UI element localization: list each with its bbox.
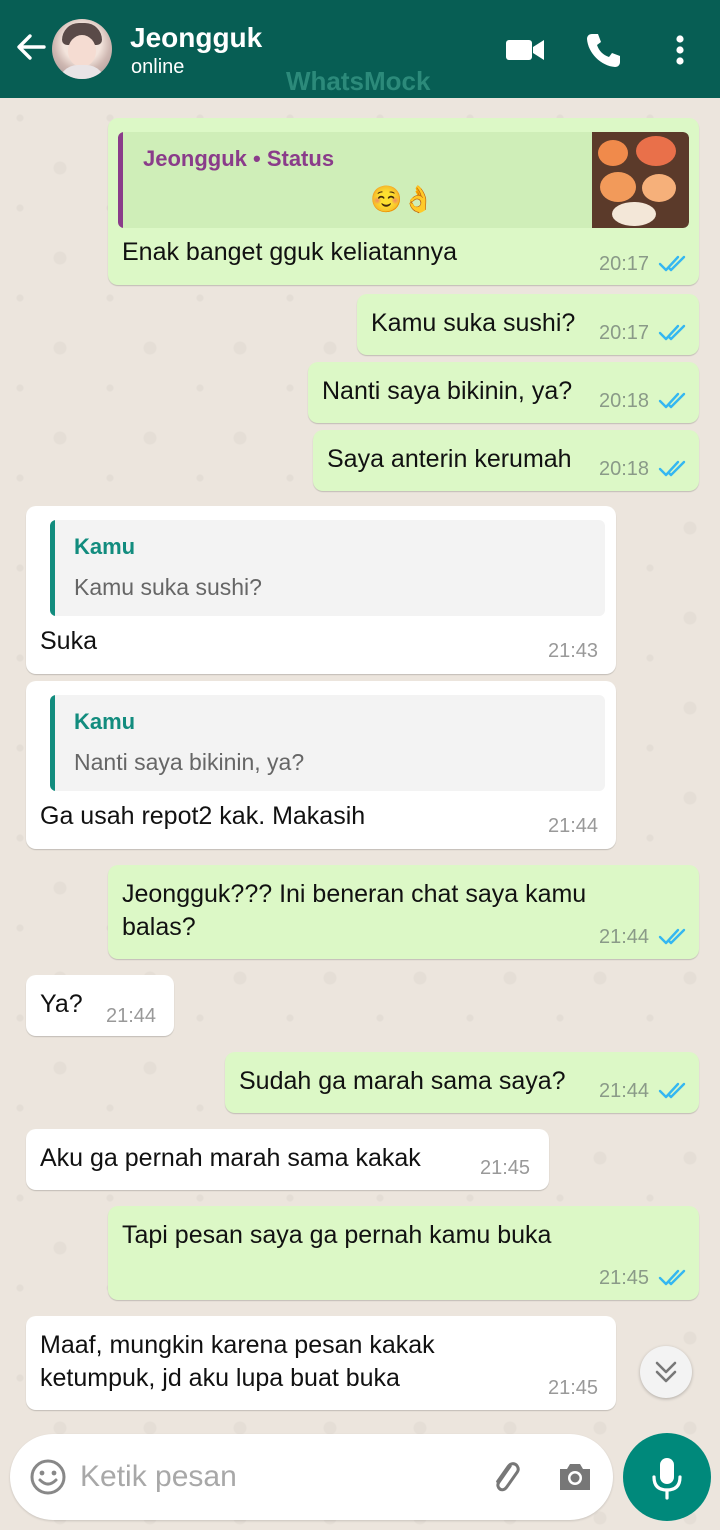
message-bubble[interactable]: Kamu Kamu suka sushi? Suka 21:43 — [26, 506, 616, 674]
message-input[interactable] — [78, 1456, 472, 1498]
video-camera-icon[interactable] — [505, 30, 545, 70]
mic-button[interactable] — [623, 1433, 711, 1521]
message-text: Tapi pesan saya ga pernah kamu buka — [122, 1221, 552, 1249]
read-ticks-icon — [658, 1269, 686, 1286]
quote-text: Kamu suka sushi? — [74, 574, 262, 600]
message-time: 20:18 — [599, 390, 650, 412]
avatar[interactable] — [52, 19, 112, 79]
chat-header: Jeongguk online WhatsMock — [0, 0, 720, 98]
message-time: 21:44 — [599, 926, 650, 948]
message-bubble[interactable]: Saya anterin kerumah 20:18 — [313, 430, 699, 491]
message-text: Kamu suka sushi? — [371, 309, 576, 337]
message-text-line-1: Jeongguk??? Ini beneran chat saya kamu — [122, 880, 587, 908]
read-ticks-icon — [658, 255, 686, 272]
quote-emoji: ☺️👌 — [370, 184, 435, 214]
message-bubble[interactable]: Jeongguk • Status ☺️👌 Enak banget gguk k… — [108, 118, 699, 285]
phone-icon[interactable] — [584, 30, 624, 70]
arrow-left-icon[interactable] — [14, 30, 48, 64]
camera-icon[interactable] — [555, 1457, 595, 1497]
message-text: Ga usah repot2 kak. Makasih — [40, 802, 366, 830]
message-text-line-2: ketumpuk, jd aku lupa buat buka — [40, 1364, 400, 1392]
message-text-line-1: Maaf, mungkin karena pesan kakak — [40, 1331, 435, 1359]
reply-quote[interactable]: Kamu Kamu suka sushi? — [50, 520, 605, 616]
quote-title: Kamu — [74, 534, 136, 559]
read-ticks-icon — [658, 460, 686, 477]
read-ticks-icon — [658, 392, 686, 409]
message-text: Saya anterin kerumah — [327, 445, 572, 473]
message-bubble[interactable]: Maaf, mungkin karena pesan kakak ketumpu… — [26, 1316, 616, 1410]
message-bubble[interactable]: Tapi pesan saya ga pernah kamu buka 21:4… — [108, 1206, 699, 1300]
contact-status: online — [131, 56, 185, 78]
message-time: 20:17 — [599, 322, 650, 344]
message-text: Sudah ga marah sama saya? — [239, 1067, 566, 1095]
message-time: 20:17 — [599, 253, 650, 275]
message-text: Enak banget gguk keliatannya — [122, 238, 457, 266]
chat-area[interactable]: Jeongguk • Status ☺️👌 Enak banget gguk k… — [0, 98, 720, 1530]
status-quote[interactable]: Jeongguk • Status ☺️👌 — [118, 132, 689, 228]
message-text: Ya? — [40, 990, 83, 1018]
quote-text: Nanti saya bikinin, ya? — [74, 749, 305, 775]
message-text: Aku ga pernah marah sama kakak — [40, 1144, 421, 1172]
message-time: 21:45 — [480, 1157, 531, 1179]
quote-title: Jeongguk • Status — [143, 146, 335, 171]
message-bubble[interactable]: Sudah ga marah sama saya? 21:44 — [225, 1052, 699, 1113]
scroll-to-bottom-button[interactable] — [640, 1346, 692, 1398]
double-chevron-down-icon — [655, 1361, 677, 1383]
message-bubble[interactable]: Kamu suka sushi? 20:17 — [357, 294, 699, 355]
message-composer — [10, 1434, 613, 1520]
read-ticks-icon — [658, 1082, 686, 1099]
message-time: 21:45 — [599, 1267, 650, 1289]
status-thumbnail — [592, 132, 689, 228]
read-ticks-icon — [658, 928, 686, 945]
message-time: 21:43 — [548, 640, 599, 662]
emoji-icon[interactable] — [28, 1457, 68, 1497]
quote-title: Kamu — [74, 709, 136, 734]
message-text: Nanti saya bikinin, ya? — [322, 377, 573, 405]
more-vertical-icon[interactable] — [660, 30, 700, 70]
message-time: 20:18 — [599, 458, 650, 480]
paperclip-icon[interactable] — [486, 1457, 526, 1497]
message-text-line-2: balas? — [122, 913, 196, 941]
message-bubble[interactable]: Ya? 21:44 — [26, 975, 174, 1036]
message-text: Suka — [40, 627, 97, 655]
message-bubble[interactable]: Aku ga pernah marah sama kakak 21:45 — [26, 1129, 549, 1190]
contact-name[interactable]: Jeongguk — [130, 22, 262, 54]
message-time: 21:44 — [106, 1005, 157, 1027]
read-ticks-icon — [658, 324, 686, 341]
watermark: WhatsMock — [286, 66, 431, 96]
message-bubble[interactable]: Nanti saya bikinin, ya? 20:18 — [308, 362, 699, 423]
message-bubble[interactable]: Kamu Nanti saya bikinin, ya? Ga usah rep… — [26, 681, 616, 849]
reply-quote[interactable]: Kamu Nanti saya bikinin, ya? — [50, 695, 605, 791]
microphone-icon — [652, 1458, 682, 1500]
message-bubble[interactable]: Jeongguk??? Ini beneran chat saya kamu b… — [108, 865, 699, 959]
message-time: 21:45 — [548, 1377, 599, 1399]
message-time: 21:44 — [599, 1080, 650, 1102]
message-time: 21:44 — [548, 815, 599, 837]
